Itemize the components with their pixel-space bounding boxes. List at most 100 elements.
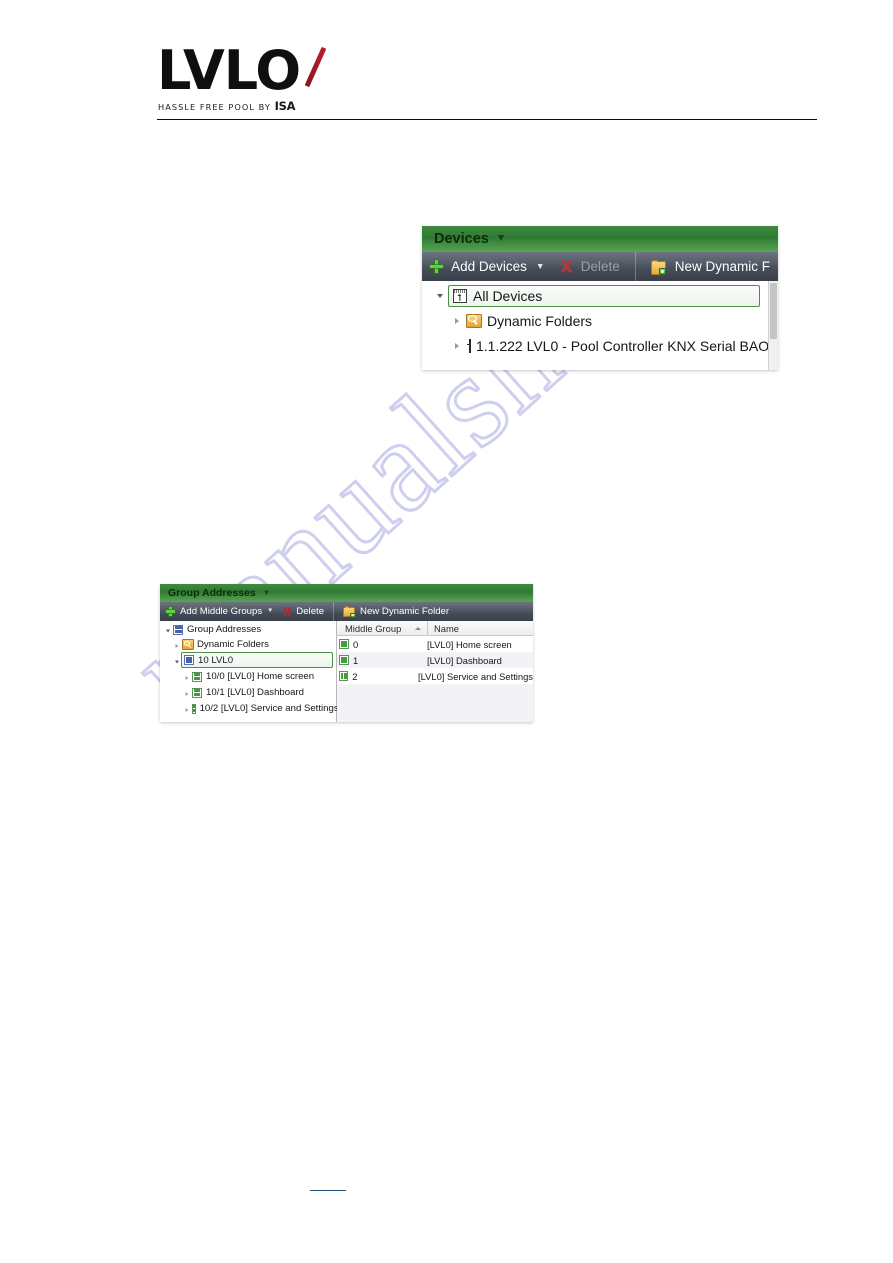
expander-group-addresses-root[interactable] (163, 626, 172, 635)
tree-item-group-addresses-root[interactable]: Group Addresses (173, 622, 333, 637)
group-grid-icon (339, 671, 349, 681)
magnifier-handle-icon (473, 319, 478, 325)
group-grid-icon (339, 639, 349, 649)
logo-wordmark: LVLO (157, 39, 301, 102)
devices-panel: Devices ▼ [data-name="devices-toolbar"] … (422, 226, 778, 370)
expander-middle-group-10[interactable] (172, 657, 181, 666)
tree-item-label: 1.1.222 LVL0 - Pool Controller KNX Seria… (476, 337, 778, 354)
new-dynamic-folder-icon (343, 605, 356, 618)
add-middle-groups-label: Add Middle Groups (180, 606, 263, 617)
plus-icon: [data-name="devices-toolbar"] .ico-plus:… (430, 260, 444, 273)
all-devices-icon (453, 289, 467, 303)
device-icon (467, 338, 471, 353)
folder-plus-badge-icon (349, 612, 356, 618)
column-header-name[interactable]: Name (427, 621, 533, 635)
new-dynamic-folder-button[interactable]: New Dynamic Folder (360, 606, 449, 617)
tree-item-label: Dynamic Folders (197, 639, 269, 650)
tree-item-dynamic-folders[interactable]: Dynamic Folders (182, 637, 332, 652)
tree-item-group-10-2[interactable]: 10/2 [LVL0] Service and Settings (192, 701, 339, 716)
tree-item-middle-group-10[interactable]: 10 LVL0 (181, 652, 333, 668)
group-grid-icon (192, 687, 202, 698)
expander-group-10-0[interactable] (182, 673, 191, 682)
tree-item-label: 10 LVL0 (198, 654, 234, 666)
logo-wordmark-group: LVLO (157, 42, 372, 100)
expander-group-10-2[interactable] (182, 705, 191, 714)
list-column-headers: Middle Group Name (337, 621, 533, 636)
lvlo-logo: LVLO HASSLE FREE POOL BY ISA (157, 42, 387, 113)
triangle-right-icon (185, 707, 188, 712)
group-addresses-root-icon (173, 624, 183, 635)
dynamic-folder-icon (466, 313, 482, 328)
chevron-down-icon[interactable]: ▼ (496, 233, 506, 244)
delete-x-icon: [data-name="group-addresses-toolbar"] .i… (282, 607, 291, 616)
folder-plus-badge-icon (658, 268, 667, 275)
triangle-down-icon (165, 629, 170, 632)
table-row[interactable]: 2 [LVL0] Service and Settings (337, 668, 533, 684)
bottom-page-rule (310, 1190, 346, 1191)
devices-panel-title-bar[interactable]: Devices ▼ (422, 226, 778, 252)
cell-name: [LVL0] Dashboard (427, 654, 502, 666)
group-grid-blue-icon (184, 655, 194, 665)
group-addresses-title: Group Addresses (168, 587, 256, 599)
logo-red-slash-icon (304, 46, 327, 88)
add-devices-label: Add Devices (451, 259, 527, 274)
tree-item-group-10-1[interactable]: 10/1 [LVL0] Dashboard (192, 685, 334, 700)
logo-tagline-prefix: HASSLE FREE POOL BY (158, 102, 271, 112)
expander-all-devices[interactable] (434, 290, 446, 302)
triangle-right-icon (455, 318, 459, 324)
new-dynamic-folder-label: New Dynamic F (674, 259, 771, 274)
table-row[interactable]: 1 [LVL0] Dashboard (337, 652, 533, 668)
triangle-right-icon (185, 691, 188, 696)
devices-toolbar: [data-name="devices-toolbar"] .ico-plus:… (422, 252, 778, 281)
tree-item-all-devices[interactable]: All Devices (448, 285, 760, 307)
triangle-right-icon (175, 643, 178, 648)
scrollbar-thumb[interactable] (770, 283, 777, 339)
plus-icon: [data-name="group-addresses-toolbar"] .i… (166, 607, 175, 616)
header-divider (157, 119, 817, 120)
cell-middle-group: 0 (353, 638, 359, 650)
chevron-down-icon[interactable]: ▼ (263, 589, 270, 597)
tree-item-label: Dynamic Folders (487, 312, 593, 329)
triangle-down-icon (437, 294, 443, 298)
new-dynamic-folder-button[interactable]: New Dynamic F (675, 259, 770, 274)
devices-panel-title: Devices (434, 231, 489, 247)
group-addresses-list: Middle Group Name 0 [LVL0] Home screen 1… (337, 621, 533, 722)
delete-button[interactable]: Delete (581, 259, 620, 274)
tree-item-device[interactable]: 1.1.222 LVL0 - Pool Controller KNX Seria… (466, 335, 778, 356)
tree-item-label: 10/1 [LVL0] Dashboard (206, 687, 304, 698)
expander-dynamic-folders[interactable] (451, 315, 463, 327)
delete-button[interactable]: Delete (296, 606, 324, 617)
new-dynamic-folder-icon (650, 259, 667, 275)
group-grid-icon (339, 655, 349, 665)
cell-middle-group: 1 (353, 654, 359, 666)
triangle-right-icon (455, 343, 459, 349)
cell-middle-group: 2 (352, 670, 358, 682)
dynamic-folder-icon (182, 639, 194, 650)
devices-vertical-scrollbar[interactable] (768, 281, 778, 370)
tree-item-group-10-0[interactable]: 10/0 [LVL0] Home screen (192, 669, 334, 684)
toolbar-separator (333, 602, 335, 621)
group-addresses-toolbar: [data-name="group-addresses-toolbar"] .i… (160, 602, 533, 621)
group-grid-icon (192, 671, 202, 682)
expander-dynamic-folders[interactable] (172, 641, 181, 650)
cell-name: [LVL0] Home screen (427, 638, 512, 650)
add-devices-button[interactable]: Add Devices (451, 259, 527, 274)
tree-item-dynamic-folders[interactable]: Dynamic Folders (466, 310, 756, 331)
delete-label: Delete (580, 259, 620, 274)
new-dynamic-folder-label: New Dynamic Folder (360, 606, 450, 617)
add-middle-groups-chevron-down-icon[interactable]: ▼ (267, 608, 273, 614)
delete-label: Delete (296, 606, 325, 617)
column-header-label: Middle Group (345, 622, 402, 634)
delete-x-icon: [data-name="devices-toolbar"] .ico-x::be… (560, 260, 572, 273)
add-devices-chevron-down-icon[interactable]: ▼ (536, 262, 545, 271)
tree-item-label: Group Addresses (187, 624, 262, 635)
expander-device[interactable] (451, 340, 463, 352)
group-addresses-title-bar[interactable]: Group Addresses ▼ (160, 584, 533, 602)
group-addresses-tree: Group Addresses Dynamic Folders 10 LVL0 (160, 621, 339, 722)
tree-item-label: 10/2 [LVL0] Service and Settings (199, 703, 339, 714)
expander-group-10-1[interactable] (182, 689, 191, 698)
sort-ascending-icon (415, 626, 421, 630)
column-header-middle-group[interactable]: Middle Group (337, 621, 427, 635)
table-row[interactable]: 0 [LVL0] Home screen (337, 636, 533, 652)
add-middle-groups-button[interactable]: Add Middle Groups (180, 606, 262, 617)
